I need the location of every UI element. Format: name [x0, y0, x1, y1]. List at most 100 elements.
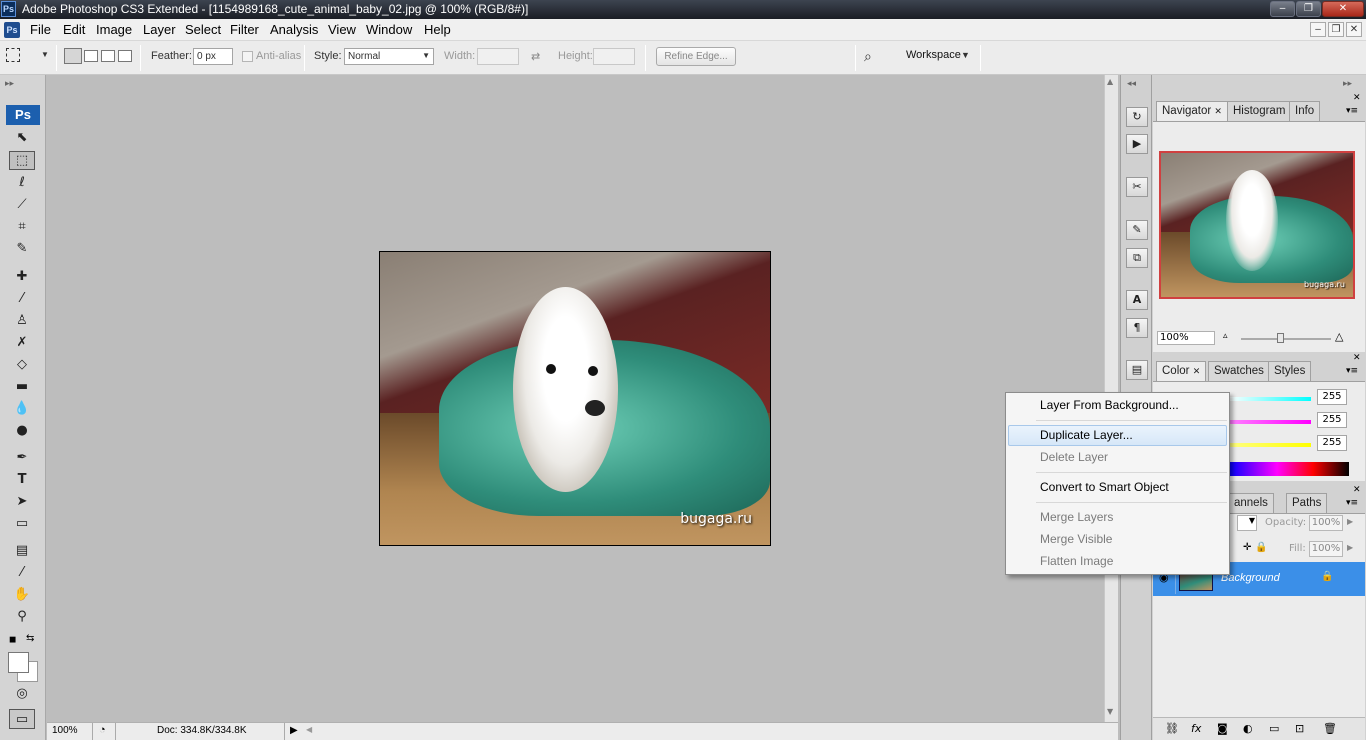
refine-edge-button[interactable]: Refine Edge...	[656, 47, 736, 66]
menu-filter[interactable]: Filter	[230, 22, 259, 37]
menu-item-layer-from-background[interactable]: Layer From Background...	[1040, 398, 1179, 412]
lasso-tool-icon[interactable]: ℓ	[9, 173, 35, 193]
ps-menu-icon[interactable]: Ps	[4, 22, 20, 38]
lock-position-icon[interactable]: ✛	[1243, 542, 1251, 553]
doc-close-button[interactable]: ✕	[1346, 22, 1362, 37]
height-input[interactable]	[593, 48, 635, 65]
yellow-value[interactable]: 255	[1317, 435, 1347, 451]
antialias-checkbox[interactable]	[242, 51, 253, 62]
swap-colors-icon[interactable]: ⇆	[26, 633, 34, 644]
panel-menu-icon[interactable]: ▾≡	[1346, 106, 1358, 116]
blend-mode-select[interactable]: ▼	[1237, 515, 1257, 531]
tab-channels[interactable]: annels	[1228, 493, 1274, 513]
menu-item-merge-visible[interactable]: Merge Visible	[1040, 532, 1112, 546]
scroll-up-icon[interactable]: ▲	[1107, 77, 1113, 86]
actions-panel-icon[interactable]: ▶	[1126, 134, 1148, 154]
close-tab-icon[interactable]: ✕	[1193, 366, 1201, 376]
add-selection-icon[interactable]	[84, 50, 98, 62]
color-ramp[interactable]	[1229, 462, 1349, 476]
blur-tool-icon[interactable]: 💧	[9, 399, 35, 419]
adjustment-layer-icon[interactable]: ◐	[1243, 722, 1253, 735]
history-panel-icon[interactable]: ↻	[1126, 107, 1148, 127]
tab-navigator[interactable]: Navigator ✕	[1156, 101, 1228, 121]
magic-wand-tool-icon[interactable]: ⟋	[9, 195, 35, 215]
document-canvas[interactable]: bugaga.ru	[47, 75, 1118, 722]
clone-source-panel-icon[interactable]: ⧉	[1126, 248, 1148, 268]
menu-item-duplicate-layer[interactable]: Duplicate Layer...	[1040, 428, 1133, 442]
move-tool-icon[interactable]: ⬉	[9, 128, 35, 148]
opacity-input[interactable]: 100%	[1309, 515, 1343, 531]
eyedropper-tool-icon[interactable]: ⁄	[9, 563, 35, 583]
scroll-down-icon[interactable]: ▼	[1107, 707, 1113, 716]
opacity-arrow-icon[interactable]: ▶	[1347, 517, 1353, 526]
panel-menu-icon[interactable]: ▾≡	[1346, 366, 1358, 376]
tab-paths[interactable]: Paths	[1286, 493, 1328, 513]
bridge-icon[interactable]: ⌕	[864, 48, 872, 65]
notes-tool-icon[interactable]: ▤	[9, 541, 35, 561]
paragraph-panel-icon[interactable]: ¶	[1126, 318, 1148, 338]
collapse-dock-icon[interactable]: ◂◂	[1127, 79, 1136, 89]
foreground-color-swatch[interactable]	[8, 652, 29, 673]
document-image[interactable]: bugaga.ru	[379, 251, 771, 546]
tool-presets-panel-icon[interactable]: ✂	[1126, 177, 1148, 197]
lock-all-icon[interactable]: 🔒	[1255, 542, 1267, 553]
shape-tool-icon[interactable]: ▭	[9, 514, 35, 534]
history-brush-tool-icon[interactable]: ✗	[9, 333, 35, 353]
doc-minimize-button[interactable]: –	[1310, 22, 1326, 37]
panel-menu-icon[interactable]: ▾≡	[1346, 498, 1358, 508]
marquee-preset-icon[interactable]	[6, 48, 20, 62]
zoom-in-icon[interactable]: △	[1335, 330, 1343, 343]
zoom-level[interactable]: 100%	[47, 723, 93, 740]
layer-comps-panel-icon[interactable]: ▤	[1126, 360, 1148, 380]
intersect-selection-icon[interactable]	[118, 50, 132, 62]
restore-button[interactable]: ❐	[1296, 1, 1321, 17]
healing-brush-tool-icon[interactable]: ✚	[9, 267, 35, 287]
workspace-menu[interactable]: Workspace	[906, 49, 961, 61]
zoom-slider-track[interactable]	[1241, 338, 1331, 340]
quick-mask-icon[interactable]: ◎	[9, 684, 35, 704]
new-layer-icon[interactable]: ⊡	[1295, 722, 1304, 735]
swap-icon[interactable]: ⇄	[531, 50, 540, 63]
feather-input[interactable]: 0 px	[193, 48, 233, 65]
screen-mode-icon[interactable]: ▭	[9, 709, 35, 729]
collapse-icon[interactable]: ▸▸	[5, 79, 14, 89]
trash-icon[interactable]: 🗑	[1323, 722, 1337, 735]
close-tab-icon[interactable]: ✕	[1214, 106, 1222, 116]
brush-tool-icon[interactable]: ⁄	[9, 289, 35, 309]
fill-input[interactable]: 100%	[1309, 541, 1343, 557]
expand-panels-icon[interactable]: ▸▸	[1343, 79, 1352, 89]
tab-color[interactable]: Color ✕	[1156, 361, 1207, 381]
type-tool-icon[interactable]: T	[9, 470, 35, 490]
menu-window[interactable]: Window	[366, 22, 412, 37]
scroll-left-icon[interactable]: ◀	[306, 725, 312, 734]
menu-item-delete-layer[interactable]: Delete Layer	[1040, 450, 1108, 464]
menu-item-convert-smart-object[interactable]: Convert to Smart Object	[1040, 480, 1169, 494]
slice-tool-icon[interactable]: ✎	[9, 239, 35, 259]
path-selection-tool-icon[interactable]: ➤	[9, 492, 35, 512]
marquee-tool-icon[interactable]: ⬚	[9, 151, 35, 170]
subtract-selection-icon[interactable]	[101, 50, 115, 62]
tab-histogram[interactable]: Histogram	[1227, 101, 1292, 121]
menu-image[interactable]: Image	[96, 22, 132, 37]
add-mask-icon[interactable]: ◙	[1217, 722, 1228, 735]
cyan-value[interactable]: 255	[1317, 389, 1347, 405]
new-selection-icon[interactable]	[64, 48, 82, 64]
dodge-tool-icon[interactable]: ●	[9, 421, 35, 441]
chevron-down-icon[interactable]: ▼	[961, 50, 970, 60]
crop-tool-icon[interactable]: ⌗	[9, 217, 35, 237]
status-info-icon[interactable]: ◔	[99, 724, 106, 736]
zoom-out-icon[interactable]: ▵	[1223, 331, 1228, 341]
hand-tool-icon[interactable]: ✋	[9, 585, 35, 605]
magenta-value[interactable]: 255	[1317, 412, 1347, 428]
width-input[interactable]	[477, 48, 519, 65]
menu-file[interactable]: File	[30, 22, 51, 37]
magenta-slider[interactable]	[1229, 420, 1311, 424]
minimize-button[interactable]: ‒	[1270, 1, 1295, 17]
cyan-slider[interactable]	[1229, 397, 1311, 401]
status-menu-arrow-icon[interactable]: ▶	[290, 725, 298, 736]
brushes-panel-icon[interactable]: ✎	[1126, 220, 1148, 240]
doc-restore-button[interactable]: ❐	[1328, 22, 1344, 37]
chevron-down-icon[interactable]: ▼	[41, 50, 49, 59]
navigator-zoom-field[interactable]: 100%	[1157, 331, 1215, 345]
menu-select[interactable]: Select	[185, 22, 221, 37]
